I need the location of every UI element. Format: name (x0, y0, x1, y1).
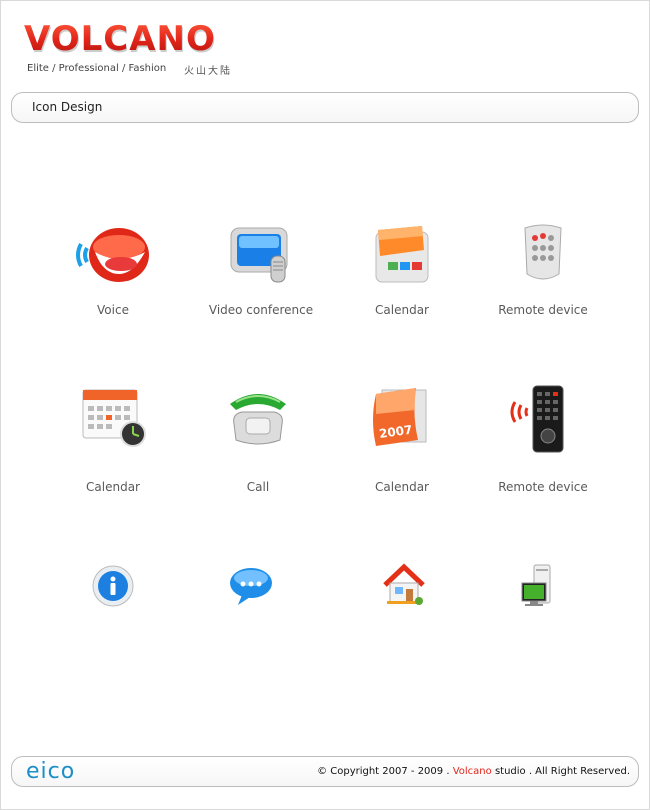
copyright-suffix: studio . All Right Reserved. (494, 766, 630, 777)
icon-label: Remote device (498, 480, 588, 494)
icon-label: Calendar (375, 303, 429, 317)
icon-label: Calendar (86, 480, 140, 494)
logo-wordmark-icon: VOLCANO VOLCANO (24, 22, 216, 58)
phone-icon (183, 384, 333, 454)
home-icon (329, 563, 479, 633)
icon-label: Remote device (498, 303, 588, 317)
logo-tagline-cn: 火山大陆 (184, 66, 232, 77)
copyright-text: © Copyright 2007 - 2009 . Volcano studio… (317, 766, 630, 777)
icon-label: Calendar (375, 480, 429, 494)
copyright-brand-link[interactable]: Volcano (453, 766, 492, 777)
icon-label: Voice (97, 303, 129, 317)
volcano-logo[interactable]: VOLCANO VOLCANO Elite / Professional / F… (22, 22, 252, 82)
footer-logo[interactable]: eico (26, 759, 75, 784)
icon-label: Video conference (208, 303, 314, 317)
remote-device-icon (468, 222, 618, 292)
info-icon (38, 563, 188, 633)
logo-tagline: Elite / Professional / Fashion (27, 63, 167, 74)
calendar-clock-icon (38, 384, 188, 454)
footer-bar: eico © Copyright 2007 - 2009 . Volcano s… (11, 756, 639, 787)
remote-control-icon (468, 384, 618, 454)
computer-icon (464, 563, 614, 633)
calendar-icon (327, 222, 477, 292)
icon-label: Call (246, 480, 270, 494)
section-title-bar: Icon Design (11, 92, 639, 123)
chat-bubble-icon (176, 563, 326, 633)
logo-text: VOLCANO (24, 22, 216, 58)
page-title: Icon Design (32, 100, 103, 114)
video-conference-icon (186, 222, 336, 292)
voice-icon (38, 222, 188, 292)
copyright-prefix: © Copyright 2007 - 2009 . (317, 766, 450, 777)
calendar-2007-icon: 2007 (327, 384, 477, 454)
